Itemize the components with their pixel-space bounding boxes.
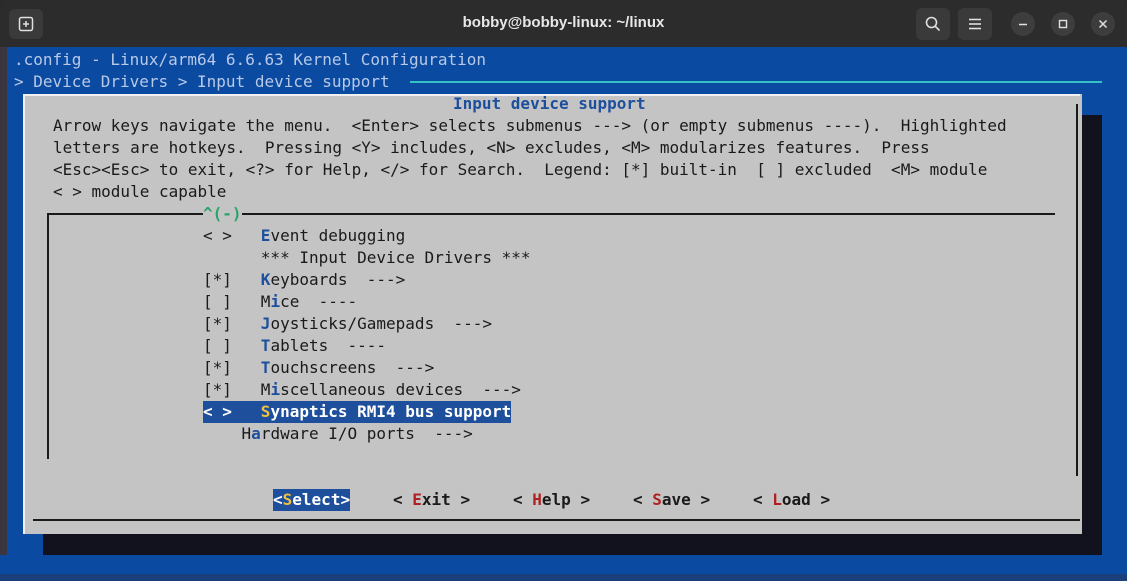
button-bracket: < <box>273 490 283 509</box>
button-bracket: < <box>393 490 413 509</box>
menu-item-state <box>203 248 261 267</box>
button-bracket: > <box>340 490 351 509</box>
menu-item-text: ablets ---- <box>270 336 387 355</box>
menu-item-text: eyboards ---> <box>270 270 406 289</box>
button-hotkey: E <box>412 490 422 509</box>
button-bracket: > <box>810 490 831 509</box>
button-hotkey: H <box>532 490 542 509</box>
button-bracket: < <box>753 490 773 509</box>
select-button[interactable]: <Select> <box>273 489 351 511</box>
minimize-icon <box>1019 23 1027 26</box>
dialog-left-border <box>23 94 25 534</box>
dialog-right-border <box>1076 104 1078 476</box>
menu-item-state: [*] <box>203 358 261 377</box>
menu-item-text: scellaneous devices ---> <box>280 380 521 399</box>
breadcrumb-rule <box>410 81 1102 83</box>
menu-item-text: vent debugging <box>270 226 406 245</box>
load-button[interactable]: < Load > <box>753 489 830 511</box>
button-label: elp <box>541 490 571 509</box>
dialog-shadow-bottom <box>43 534 1102 555</box>
menu-item-hotkey: a <box>251 424 261 443</box>
terminal-window: bobby@bobby-linux: ~/linux .config - Lin… <box>0 0 1127 581</box>
title-bar: bobby@bobby-linux: ~/linux <box>0 0 1127 47</box>
window-edge <box>0 47 7 581</box>
menu-item-text: rdware I/O ports ---> <box>260 424 473 443</box>
button-hotkey: S <box>652 490 662 509</box>
maximize-icon <box>1058 19 1068 29</box>
menu-item-state: [*] <box>203 270 261 289</box>
exit-button[interactable]: < Exit > <box>393 489 470 511</box>
button-bracket: > <box>450 490 471 509</box>
menu-item-hotkey: T <box>260 336 271 355</box>
menu-item[interactable]: Hardware I/O ports ---> <box>203 423 473 445</box>
button-label: elect <box>292 490 341 509</box>
dialog-bottom-border <box>33 519 1080 521</box>
search-icon <box>925 16 941 32</box>
terminal-bottom-edge <box>0 574 1127 581</box>
menu-item-state <box>203 424 242 443</box>
dialog-title: Input device support <box>453 94 646 113</box>
menu-item-text: ouchscreens ---> <box>270 358 435 377</box>
hamburger-menu-icon <box>969 18 981 30</box>
menu-item[interactable]: [ ] Tablets ---- <box>203 335 386 357</box>
config-title-line: .config - Linux/arm64 6.6.63 Kernel Conf… <box>14 50 487 69</box>
close-button[interactable] <box>1091 12 1115 36</box>
menu-item-text: M <box>260 292 271 311</box>
menu-button[interactable] <box>958 8 992 40</box>
menu-item-text: H <box>241 424 252 443</box>
help-line-4: < > module capable <box>53 182 227 201</box>
button-label: ave <box>661 490 691 509</box>
maximize-button[interactable] <box>1051 12 1075 36</box>
button-bracket: < <box>633 490 653 509</box>
menu-list-box <box>47 213 1055 459</box>
button-hotkey: L <box>772 490 782 509</box>
menu-item[interactable]: [*] Miscellaneous devices ---> <box>203 379 521 401</box>
button-bracket: > <box>570 490 591 509</box>
help-line-3: <Esc><Esc> to exit, <?> for Help, </> fo… <box>53 160 988 179</box>
save-button[interactable]: < Save > <box>633 489 710 511</box>
button-label: oad <box>781 490 811 509</box>
menu-item-text: ynaptics RMI4 bus support <box>270 402 512 421</box>
menu-item[interactable]: *** Input Device Drivers *** <box>203 247 531 269</box>
button-hotkey: S <box>282 490 293 509</box>
menu-item-text: M <box>260 380 271 399</box>
menu-item-hotkey: i <box>270 292 281 311</box>
button-bracket: < <box>513 490 533 509</box>
search-button[interactable] <box>916 8 950 40</box>
menu-item-text: oysticks/Gamepads ---> <box>270 314 492 333</box>
dialog-shadow-right <box>1082 115 1102 555</box>
scroll-up-indicator: ^(-) <box>203 204 242 223</box>
menu-item-hotkey: K <box>260 270 271 289</box>
close-icon <box>1098 19 1108 29</box>
menu-item[interactable]: < > Event debugging <box>203 225 405 247</box>
menu-item[interactable]: [ ] Mice ---- <box>203 291 357 313</box>
minimize-button[interactable] <box>1011 12 1035 36</box>
menu-item-hotkey: J <box>260 314 271 333</box>
menu-item[interactable]: < > Synaptics RMI4 bus support <box>203 401 512 423</box>
menu-item-state: [*] <box>203 314 261 333</box>
menu-item-hotkey: T <box>260 358 271 377</box>
button-label: xit <box>421 490 451 509</box>
menu-item-hotkey: S <box>260 402 271 421</box>
menu-item-state: < > <box>203 402 261 421</box>
menu-item-text: *** Input Device Drivers *** <box>260 248 531 267</box>
help-line-2: letters are hotkeys. Pressing <Y> includ… <box>53 138 930 157</box>
menu-item[interactable]: [*] Joysticks/Gamepads ---> <box>203 313 492 335</box>
button-bracket: > <box>690 490 711 509</box>
menu-item-state: [*] <box>203 380 261 399</box>
breadcrumb: > Device Drivers > Input device support <box>14 72 390 91</box>
menu-item-hotkey: i <box>270 380 281 399</box>
help-line-1: Arrow keys navigate the menu. <Enter> se… <box>53 116 1007 135</box>
menu-item-state: [ ] <box>203 292 261 311</box>
menu-item[interactable]: [*] Keyboards ---> <box>203 269 405 291</box>
menu-item-text: ce ---- <box>280 292 358 311</box>
help-button[interactable]: < Help > <box>513 489 590 511</box>
menu-item-hotkey: E <box>260 226 271 245</box>
menu-item-state: [ ] <box>203 336 261 355</box>
menu-item[interactable]: [*] Touchscreens ---> <box>203 357 434 379</box>
menu-item-state: < > <box>203 226 261 245</box>
